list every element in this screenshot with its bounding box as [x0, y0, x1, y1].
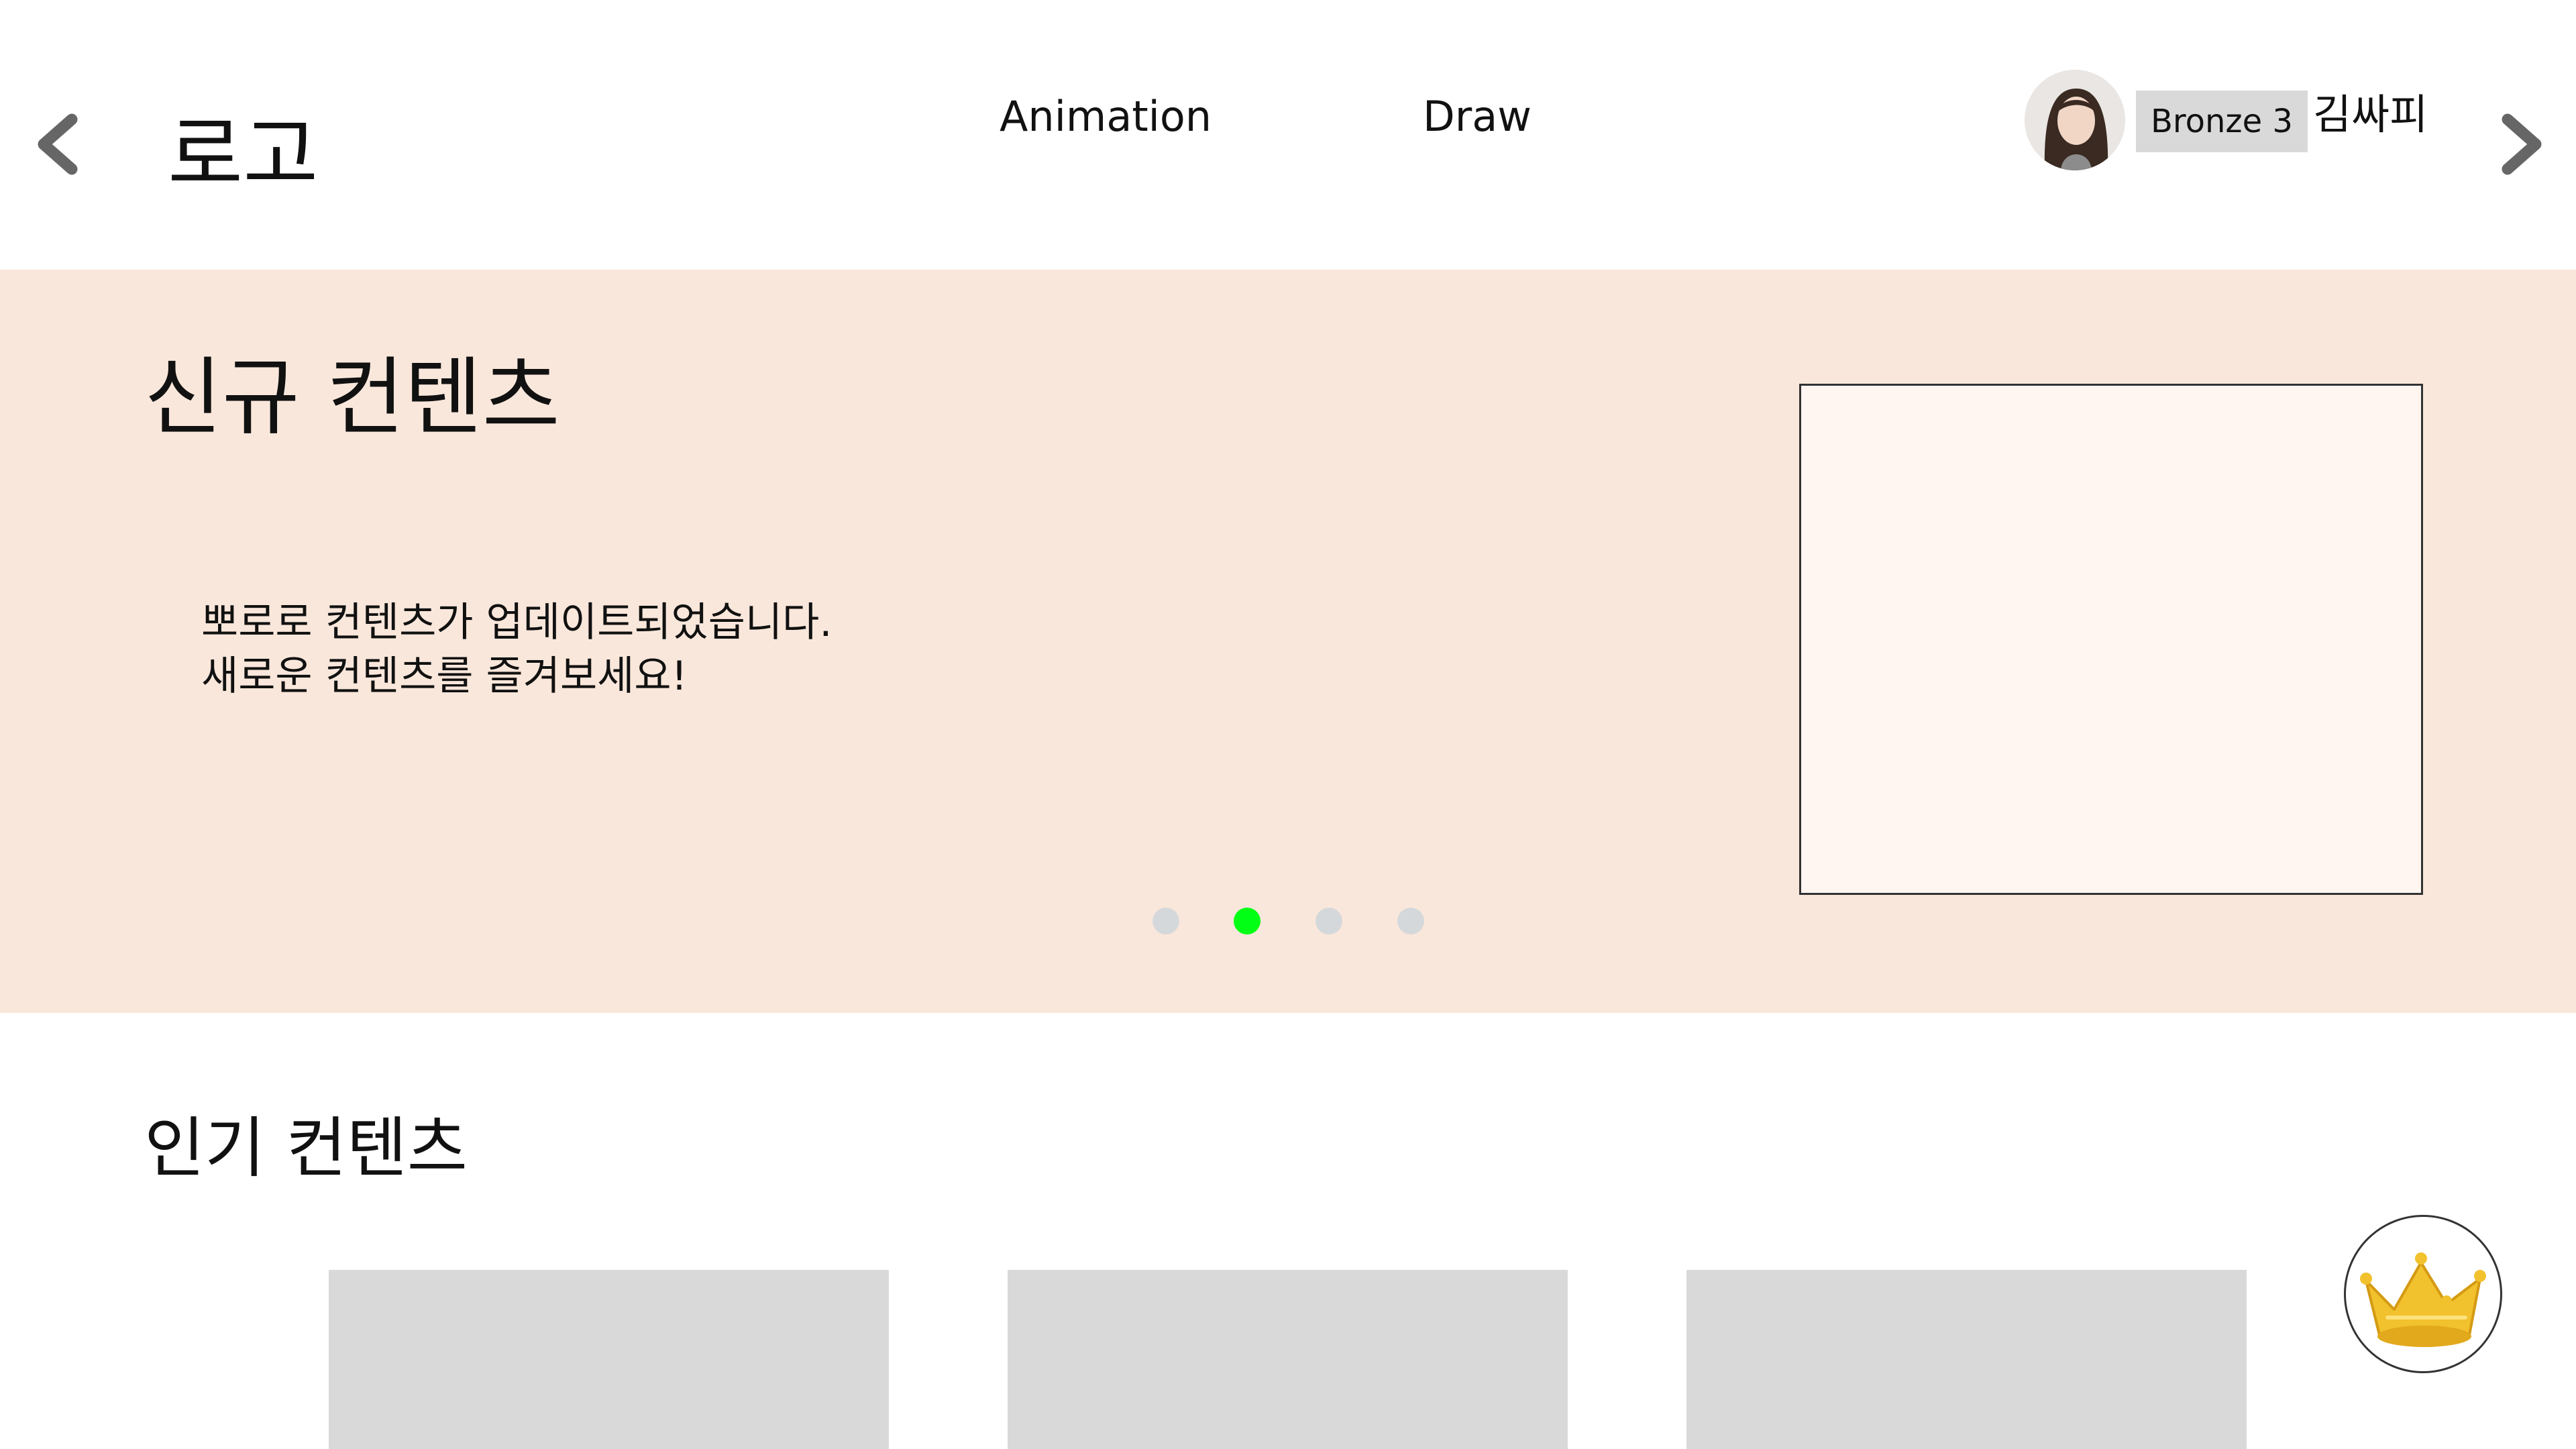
nav-menu-animation[interactable]: Animation — [1000, 96, 1212, 138]
carousel-dot-active[interactable] — [1234, 908, 1260, 934]
avatar[interactable] — [2025, 70, 2125, 170]
crown-icon — [2360, 1252, 2486, 1347]
banner-title: 신규 컨텐츠 — [144, 348, 560, 447]
content-card[interactable] — [1008, 1270, 1568, 1449]
chevron-left-icon — [38, 113, 78, 175]
banner-image[interactable] — [1799, 384, 2423, 895]
banner-description-line: 새로운 컨텐츠를 즐겨보세요! — [201, 653, 688, 700]
rank-badge: Bronze 3 — [2136, 91, 2308, 152]
content-card[interactable] — [329, 1270, 889, 1449]
profile-photo — [2025, 70, 2125, 170]
carousel-dot[interactable] — [1316, 908, 1342, 934]
chevron-right-icon — [2502, 113, 2542, 175]
nav-menu-draw[interactable]: Draw — [1423, 96, 1532, 138]
carousel-dot[interactable] — [1152, 908, 1179, 934]
popular-section-title: 인기 컨텐츠 — [144, 1110, 468, 1187]
nav-forward-button[interactable] — [2489, 107, 2549, 181]
username[interactable]: 김싸피 — [2313, 94, 2428, 136]
banner-description-line: 뽀로로 컨텐츠가 업데이트되었습니다. — [201, 599, 833, 646]
logo[interactable]: 로고 — [168, 114, 318, 196]
carousel-dot[interactable] — [1397, 908, 1424, 934]
nav-back-button[interactable] — [30, 107, 91, 181]
content-card[interactable] — [1686, 1270, 2247, 1449]
crown-button[interactable] — [2344, 1215, 2502, 1373]
